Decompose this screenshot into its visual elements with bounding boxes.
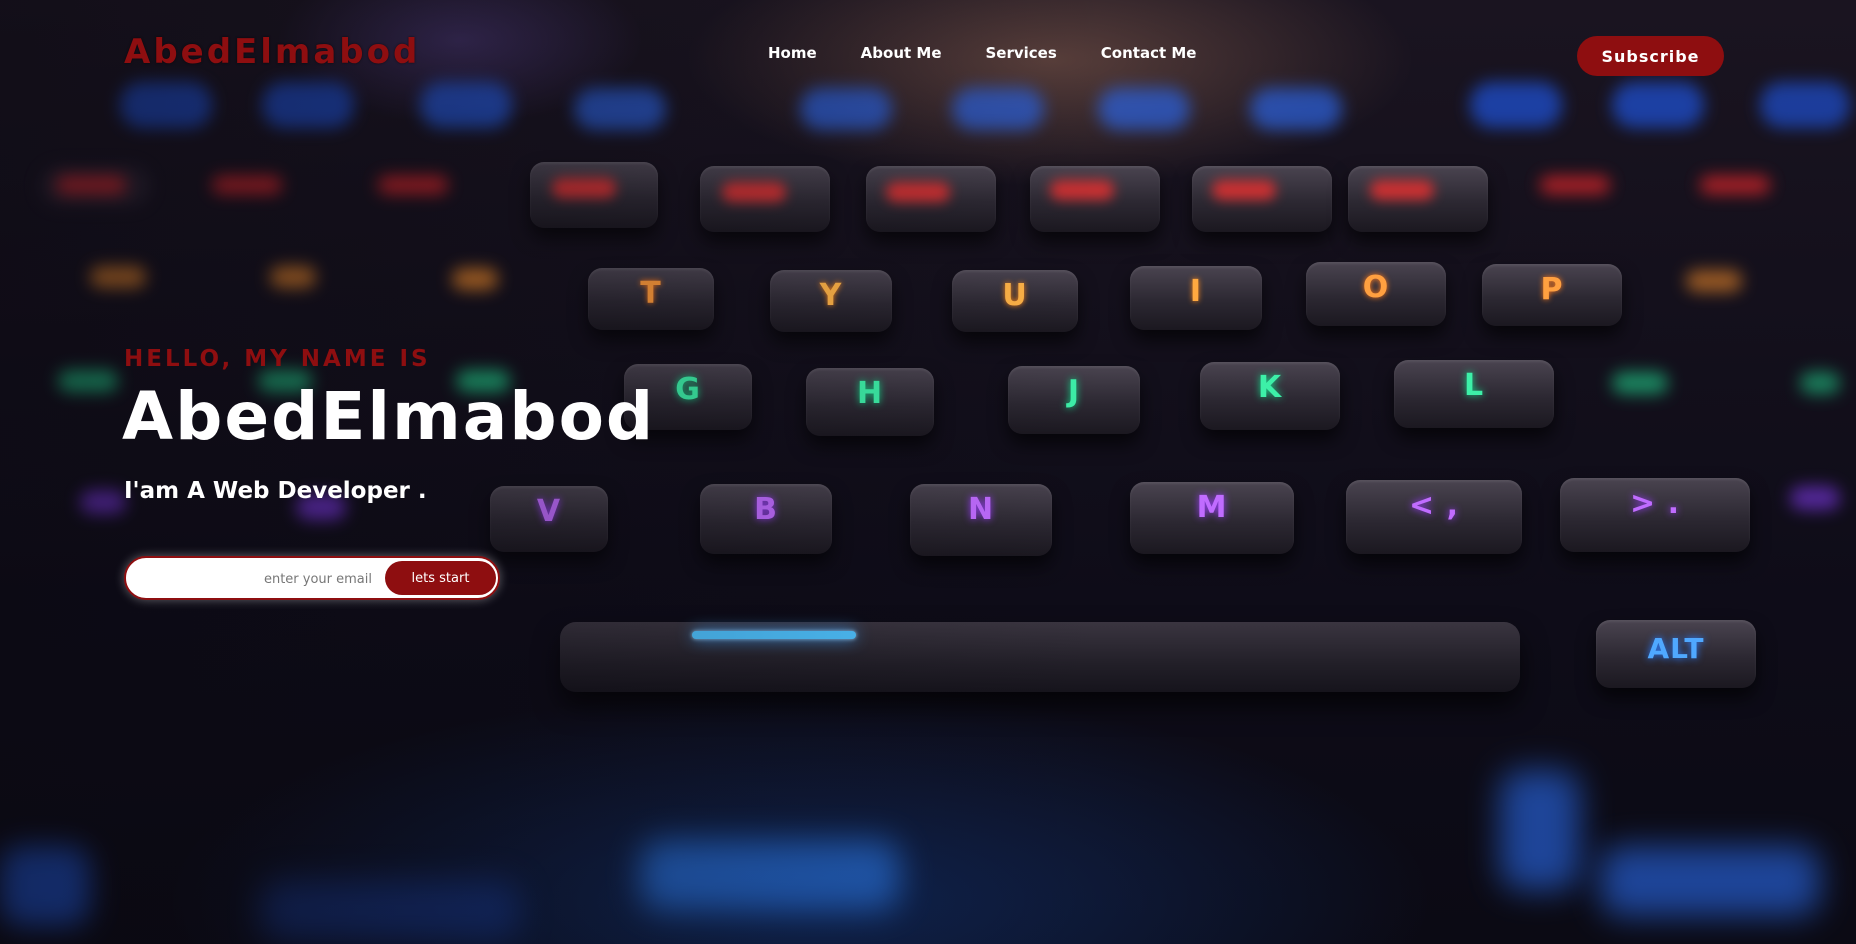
- email-input[interactable]: [140, 564, 374, 594]
- subscribe-button[interactable]: Subscribe: [1577, 36, 1724, 76]
- brand-logo[interactable]: AbedElmabod: [124, 32, 420, 72]
- hero-section: T Y U I O P G H J K L V B N M < , > . AL…: [0, 0, 1856, 944]
- nav-link-services[interactable]: Services: [986, 44, 1057, 62]
- hero-name-heading: AbedElmabod: [122, 378, 656, 455]
- lets-start-button[interactable]: lets start: [385, 561, 496, 595]
- email-signup-form: lets start: [124, 556, 500, 600]
- nav-link-home[interactable]: Home: [768, 44, 817, 62]
- nav-link-contact-me[interactable]: Contact Me: [1101, 44, 1197, 62]
- hero-subtitle: I'am A Web Developer .: [124, 478, 427, 504]
- nav-link-about-me[interactable]: About Me: [861, 44, 942, 62]
- navbar: AbedElmabod Home About Me Services Conta…: [124, 30, 1724, 80]
- hero-greeting: HELLO, MY NAME IS: [124, 346, 431, 372]
- keyboard-background-image: T Y U I O P G H J K L V B N M < , > . AL…: [0, 0, 1856, 944]
- nav-links: Home About Me Services Contact Me: [768, 44, 1240, 62]
